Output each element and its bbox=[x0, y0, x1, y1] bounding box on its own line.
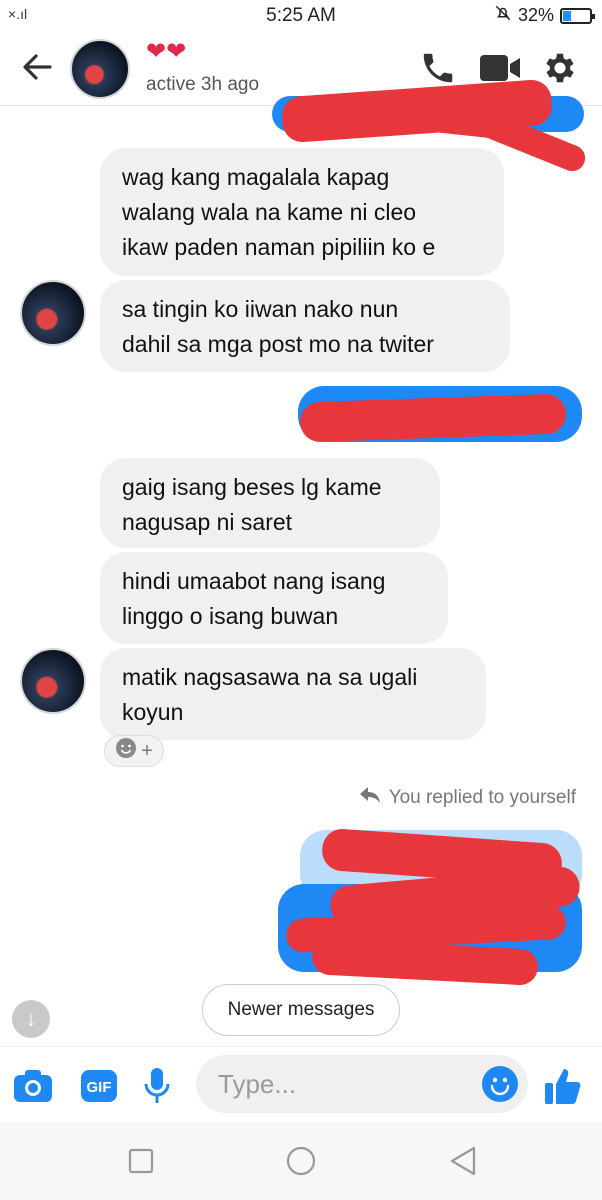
mute-icon bbox=[494, 4, 512, 27]
back-arrow-icon[interactable] bbox=[20, 50, 54, 90]
recents-square-icon[interactable] bbox=[126, 1146, 156, 1176]
incoming-message[interactable]: matik nagsasawa na sa ugali koyun bbox=[100, 648, 486, 740]
battery-fill bbox=[563, 10, 572, 21]
contact-avatar[interactable] bbox=[70, 39, 130, 99]
status-right: 32% bbox=[494, 4, 595, 27]
message-composer: GIF bbox=[0, 1046, 602, 1122]
add-reaction-button[interactable]: + bbox=[104, 735, 164, 767]
status-bar: ×.ıl 5:25 AM 32% bbox=[0, 0, 602, 32]
reply-arrow-icon bbox=[359, 786, 381, 810]
contact-name-hearts[interactable]: ❤❤ bbox=[146, 40, 186, 64]
arrow-down-icon: ↓ bbox=[25, 1006, 37, 1031]
battery-icon bbox=[560, 7, 595, 24]
replied-note: You replied to yourself bbox=[359, 786, 576, 810]
incoming-message[interactable]: hindi umaabot nang isang linggo o isang … bbox=[100, 552, 448, 644]
camera-icon[interactable] bbox=[12, 1065, 54, 1107]
incoming-message[interactable]: gaig isang beses lg kame nagusap ni sare… bbox=[100, 458, 440, 548]
newer-messages-button[interactable]: Newer messages bbox=[202, 984, 400, 1036]
plus-icon: + bbox=[141, 739, 153, 762]
gif-icon[interactable]: GIF bbox=[78, 1065, 120, 1107]
scroll-to-bottom-button[interactable]: ↓ bbox=[12, 1000, 50, 1038]
smiley-icon bbox=[115, 737, 137, 765]
message-input-box[interactable] bbox=[196, 1055, 528, 1113]
microphone-icon[interactable] bbox=[136, 1065, 178, 1107]
gear-icon[interactable] bbox=[538, 46, 582, 90]
gif-label: GIF bbox=[87, 1079, 112, 1096]
active-status: active 3h ago bbox=[146, 74, 260, 95]
sender-avatar[interactable] bbox=[20, 648, 86, 714]
battery-percent: 32% bbox=[517, 5, 554, 25]
message-input[interactable] bbox=[218, 1067, 468, 1101]
incoming-message[interactable]: sa tingin ko iiwan nako nun dahil sa mga… bbox=[100, 280, 510, 372]
replied-note-text: You replied to yourself bbox=[388, 787, 576, 808]
home-circle-icon[interactable] bbox=[286, 1146, 316, 1176]
incoming-message[interactable]: wag kang magalala kapag walang wala na k… bbox=[100, 148, 504, 276]
phone-icon[interactable] bbox=[416, 46, 460, 90]
sender-avatar[interactable] bbox=[20, 280, 86, 346]
system-navigation-bar bbox=[0, 1122, 602, 1200]
thumbs-up-icon[interactable] bbox=[542, 1065, 584, 1107]
emoji-icon[interactable] bbox=[482, 1066, 518, 1102]
back-triangle-icon[interactable] bbox=[448, 1146, 478, 1176]
